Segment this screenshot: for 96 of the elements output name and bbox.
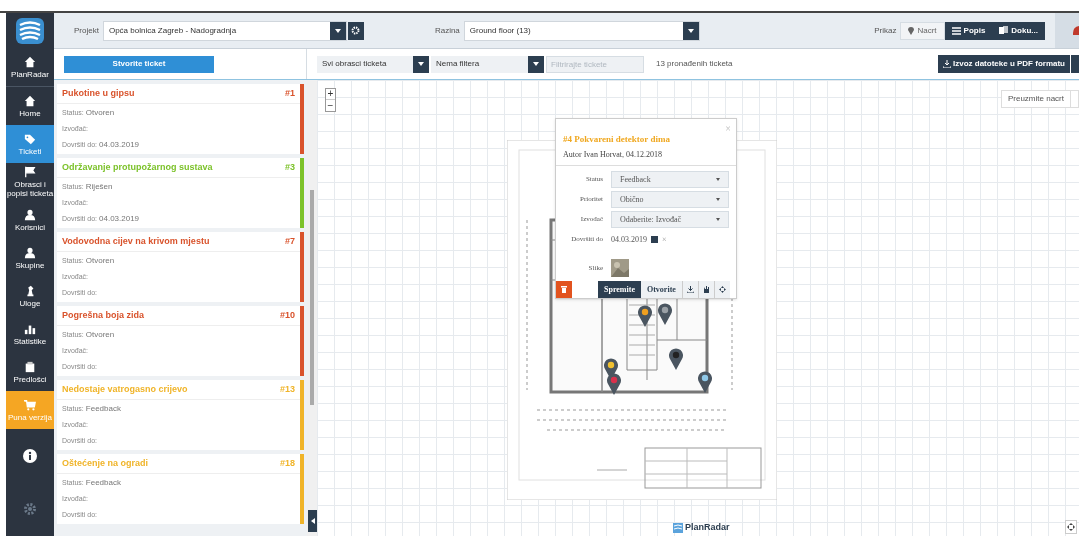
dropdown-button[interactable] [528, 55, 544, 73]
clipboard-icon [24, 360, 36, 373]
field-value: Otvoren [85, 107, 115, 119]
project-select[interactable]: Opća bolnica Zagreb - Nadogradnja [102, 20, 347, 41]
caret-icon [716, 218, 720, 221]
dropdown-button[interactable] [682, 21, 699, 40]
dropdown-button[interactable] [413, 55, 429, 73]
map-pin-icon [908, 26, 915, 35]
ticket-title: Pukotine u gipsu [62, 86, 135, 100]
download-plan-button[interactable]: Preuzmite nacrt [1000, 90, 1071, 108]
view-label: Prikaz [874, 24, 897, 37]
delete-button[interactable] [556, 281, 572, 298]
home-icon [24, 94, 36, 107]
view-tab[interactable]: Nacrt [900, 21, 945, 40]
project-settings-button[interactable] [347, 21, 364, 40]
trash-icon [561, 286, 567, 293]
level-label: Razina [434, 24, 460, 37]
recenter-button[interactable] [1065, 520, 1077, 534]
view-tab[interactable]: Popis [944, 21, 993, 40]
download-icon [686, 286, 694, 293]
caret-icon [716, 178, 720, 181]
select-field[interactable]: Odaberite: Izvođač [611, 211, 729, 228]
project-label: Projekt [74, 24, 99, 37]
ticket-title: Pogrešna boja zida [62, 308, 145, 322]
caret-icon [533, 62, 539, 66]
tag-icon [24, 132, 36, 145]
view-tab[interactable]: Doku... [992, 21, 1045, 40]
documents-icon [999, 26, 1009, 35]
chevron-left-icon [310, 518, 315, 524]
ticket-count: 13 pronađenih ticketa [656, 58, 733, 70]
scrollbar-thumb[interactable] [310, 190, 314, 405]
open-button[interactable]: Otvorite [640, 281, 682, 298]
map-pin-icon[interactable] [698, 371, 712, 393]
sidebar-item[interactable]: Predlošci [6, 353, 54, 391]
sidebar-item[interactable]: Skupine [6, 239, 54, 277]
hand-icon [702, 286, 710, 293]
popup-author: Autor Ivan Horvat, 04.12.2018 [563, 149, 664, 161]
ticket-title: Oštećenje na ogradi [62, 456, 149, 470]
ticket-title: Nedostaje vatrogasno crijevo [62, 382, 188, 396]
download-icon [943, 60, 951, 68]
popup-title: #4 Pokvareni detektor dima [563, 133, 670, 146]
map-pin-icon[interactable] [669, 348, 683, 370]
user-icon [24, 208, 36, 221]
sidebar-item[interactable]: Uloge [6, 277, 54, 315]
field-value: Feedback [85, 403, 121, 415]
ticket-number: #3 [285, 160, 295, 174]
field-value: Otvoren [85, 329, 115, 341]
caret-icon [716, 198, 720, 201]
map-pin-icon[interactable] [638, 305, 652, 327]
settings-icon [351, 26, 361, 35]
ticket-number: #18 [279, 456, 295, 470]
flag-icon [24, 166, 36, 178]
settings-icon[interactable] [23, 502, 37, 517]
chess-piece-icon [24, 284, 36, 297]
field-value: Otvoren [85, 255, 115, 267]
form-filter-select[interactable]: Svi obrasci ticketa [317, 55, 429, 73]
caret-icon [687, 28, 694, 33]
field-value: 04.03.2019 [99, 213, 140, 225]
save-button[interactable]: Spremite [598, 281, 641, 298]
ticket-title: Održavanje protupožarnog sustava [62, 160, 213, 174]
map-pin-icon[interactable] [658, 303, 672, 325]
list-icon [951, 26, 961, 35]
export-pdf-button[interactable]: Izvoz datoteke u PDF formatu [938, 55, 1070, 73]
zoom-in-button[interactable]: + [326, 89, 335, 100]
ticket-title: Vodovodna cijev na krivom mjestu [62, 234, 210, 248]
sidebar-item[interactable]: Obrasci i popisi ticketa [6, 163, 54, 201]
map-pin-icon[interactable] [607, 373, 621, 395]
cart-icon [24, 398, 36, 411]
collapse-button[interactable] [308, 510, 317, 532]
brand-name: PlanRadar [685, 521, 730, 534]
ticket-number: #13 [279, 382, 295, 396]
field-value: Riješen [85, 181, 113, 193]
ticket-number: #10 [279, 308, 295, 322]
field-value: 04.03.2019 [99, 139, 140, 151]
ticket-number: #1 [285, 86, 295, 100]
filter-select[interactable]: Nema filtera [431, 55, 544, 73]
user-icon [24, 246, 36, 259]
sidebar-item[interactable]: Statistike [6, 315, 54, 353]
ticket-number: #7 [285, 234, 295, 248]
field-value: Feedback [85, 477, 121, 489]
logo-icon [673, 522, 683, 533]
select-field[interactable]: Obično [611, 191, 729, 208]
select-field[interactable]: Feedback [611, 171, 729, 188]
logo-icon[interactable] [16, 18, 44, 44]
sidebar-item[interactable]: Korisnici [6, 201, 54, 239]
sidebar-item[interactable]: PlanRadar [6, 49, 54, 87]
move-icon [718, 286, 726, 293]
zoom-out-button[interactable]: − [326, 100, 335, 111]
sidebar-item[interactable]: Home [6, 87, 54, 125]
date-value: 04.03.2019 [611, 233, 647, 246]
move-icon [1067, 523, 1075, 531]
caret-icon [334, 28, 341, 33]
level-select[interactable]: Ground floor (13) [463, 20, 700, 41]
home-icon [24, 56, 36, 68]
caret-icon [418, 62, 424, 66]
info-icon[interactable] [23, 448, 37, 463]
